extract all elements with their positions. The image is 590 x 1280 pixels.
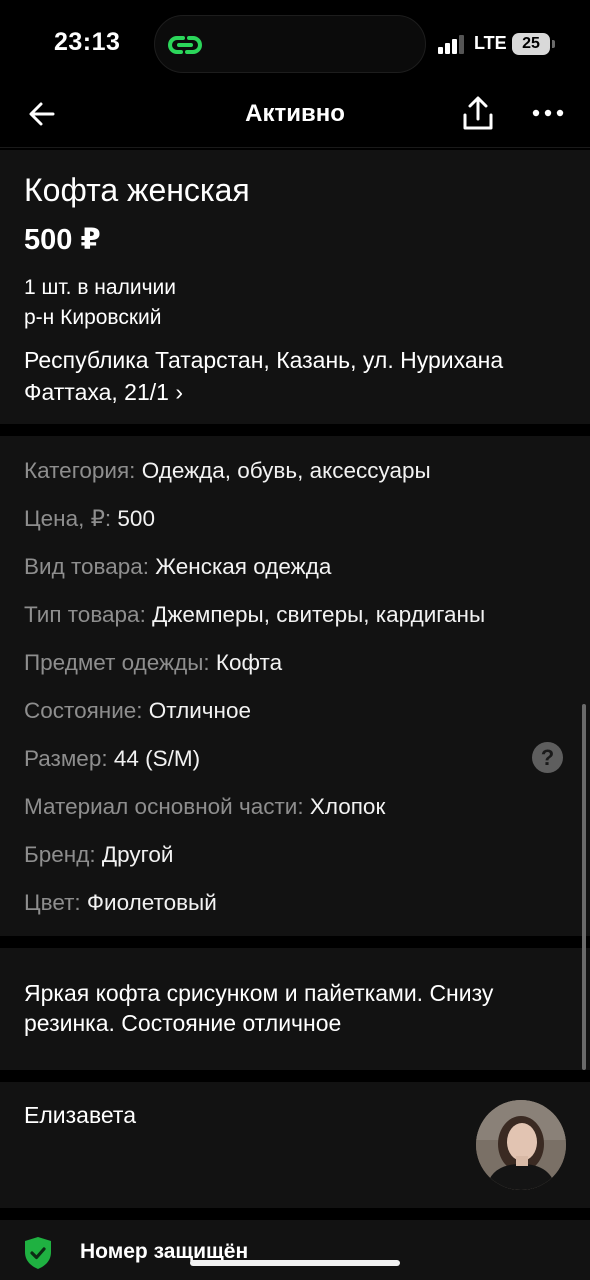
product-header: Кофта женская 500 ₽ 1 шт. в наличии р-н … [0,150,590,424]
param-size: Размер: 44 (S/M) [24,746,200,772]
stock-info: 1 шт. в наличии [24,276,176,299]
address-line-1: Республика Татарстан, Казань, ул. Нуриха… [24,347,504,373]
avatar[interactable] [476,1100,566,1190]
param-label: Цена, ₽: [24,506,112,531]
param-label: Вид товара: [24,554,150,579]
address-link[interactable]: Республика Татарстан, Казань, ул. Нуриха… [24,344,564,408]
param-label: Размер: [24,746,108,771]
description-line-2: резинка. Состояние отличное [24,1010,342,1036]
params-section: Категория: Одежда, обувь, аксессуары Цен… [0,436,590,936]
param-material: Материал основной части: Хлопок [24,794,385,820]
param-brand: Бренд: Другой [24,842,173,868]
seller-section[interactable]: Елизавета [0,1082,590,1208]
status-time: 23:13 [54,28,121,56]
seller-name[interactable]: Елизавета [24,1102,136,1129]
param-value: Другой [95,842,174,867]
signal-icon [438,34,466,54]
param-value: Джемперы, свитеры, кардиганы [145,602,486,627]
scrollbar[interactable] [582,704,586,1070]
address-line-2: Фаттаха, 21/1 › [24,379,184,405]
battery-icon: 25 [512,33,550,55]
battery-nub [552,40,555,48]
param-value: 500 [111,506,155,531]
security-bar[interactable]: Номер защищён [0,1220,590,1280]
description-line-1: Яркая кофта срисунком и пайетками. Снизу [24,980,494,1006]
param-price: Цена, ₽: 500 [24,506,155,532]
param-label: Бренд: [24,842,96,867]
param-value: Женская одежда [149,554,332,579]
param-label: Категория: [24,458,136,483]
link-app-icon [168,36,202,54]
param-value: Отличное [142,698,251,723]
param-condition: Состояние: Отличное [24,698,251,724]
param-value: Одежда, обувь, аксессуары [135,458,431,483]
param-category: Категория: Одежда, обувь, аксессуары [24,458,431,484]
district: р-н Кировский [24,306,162,329]
param-label: Состояние: [24,698,143,723]
param-item-type: Тип товара: Джемперы, свитеры, кардиганы [24,602,485,628]
more-horizontal-icon[interactable] [530,102,566,124]
page-title: Активно [245,100,345,127]
param-value: Хлопок [303,794,386,819]
shield-check-icon [25,1237,51,1269]
nav-bar: Активно [0,90,590,148]
param-clothing-item: Предмет одежды: Кофта [24,650,282,676]
param-color: Цвет: Фиолетовый [24,890,217,916]
param-label: Предмет одежды: [24,650,210,675]
description-section: Яркая кофта срисунком и пайетками. Снизу… [0,948,590,1070]
product-price: 500 ₽ [24,224,101,256]
dynamic-island [154,15,426,73]
param-label: Материал основной части: [24,794,304,819]
network-type: LTE [474,33,507,53]
param-value: 44 (S/M) [107,746,201,771]
product-title: Кофта женская [24,172,250,208]
share-icon[interactable] [460,95,496,133]
param-value: Фиолетовый [80,890,217,915]
status-bar: 23:13 LTE 25 [0,0,590,90]
param-value: Кофта [209,650,283,675]
param-label: Цвет: [24,890,81,915]
description-text: Яркая кофта срисунком и пайетками. Снизу… [24,978,564,1038]
home-indicator[interactable] [190,1260,400,1266]
param-label: Тип товара: [24,602,146,627]
param-item-kind: Вид товара: Женская одежда [24,554,331,580]
size-help-icon[interactable]: ? [532,742,563,773]
